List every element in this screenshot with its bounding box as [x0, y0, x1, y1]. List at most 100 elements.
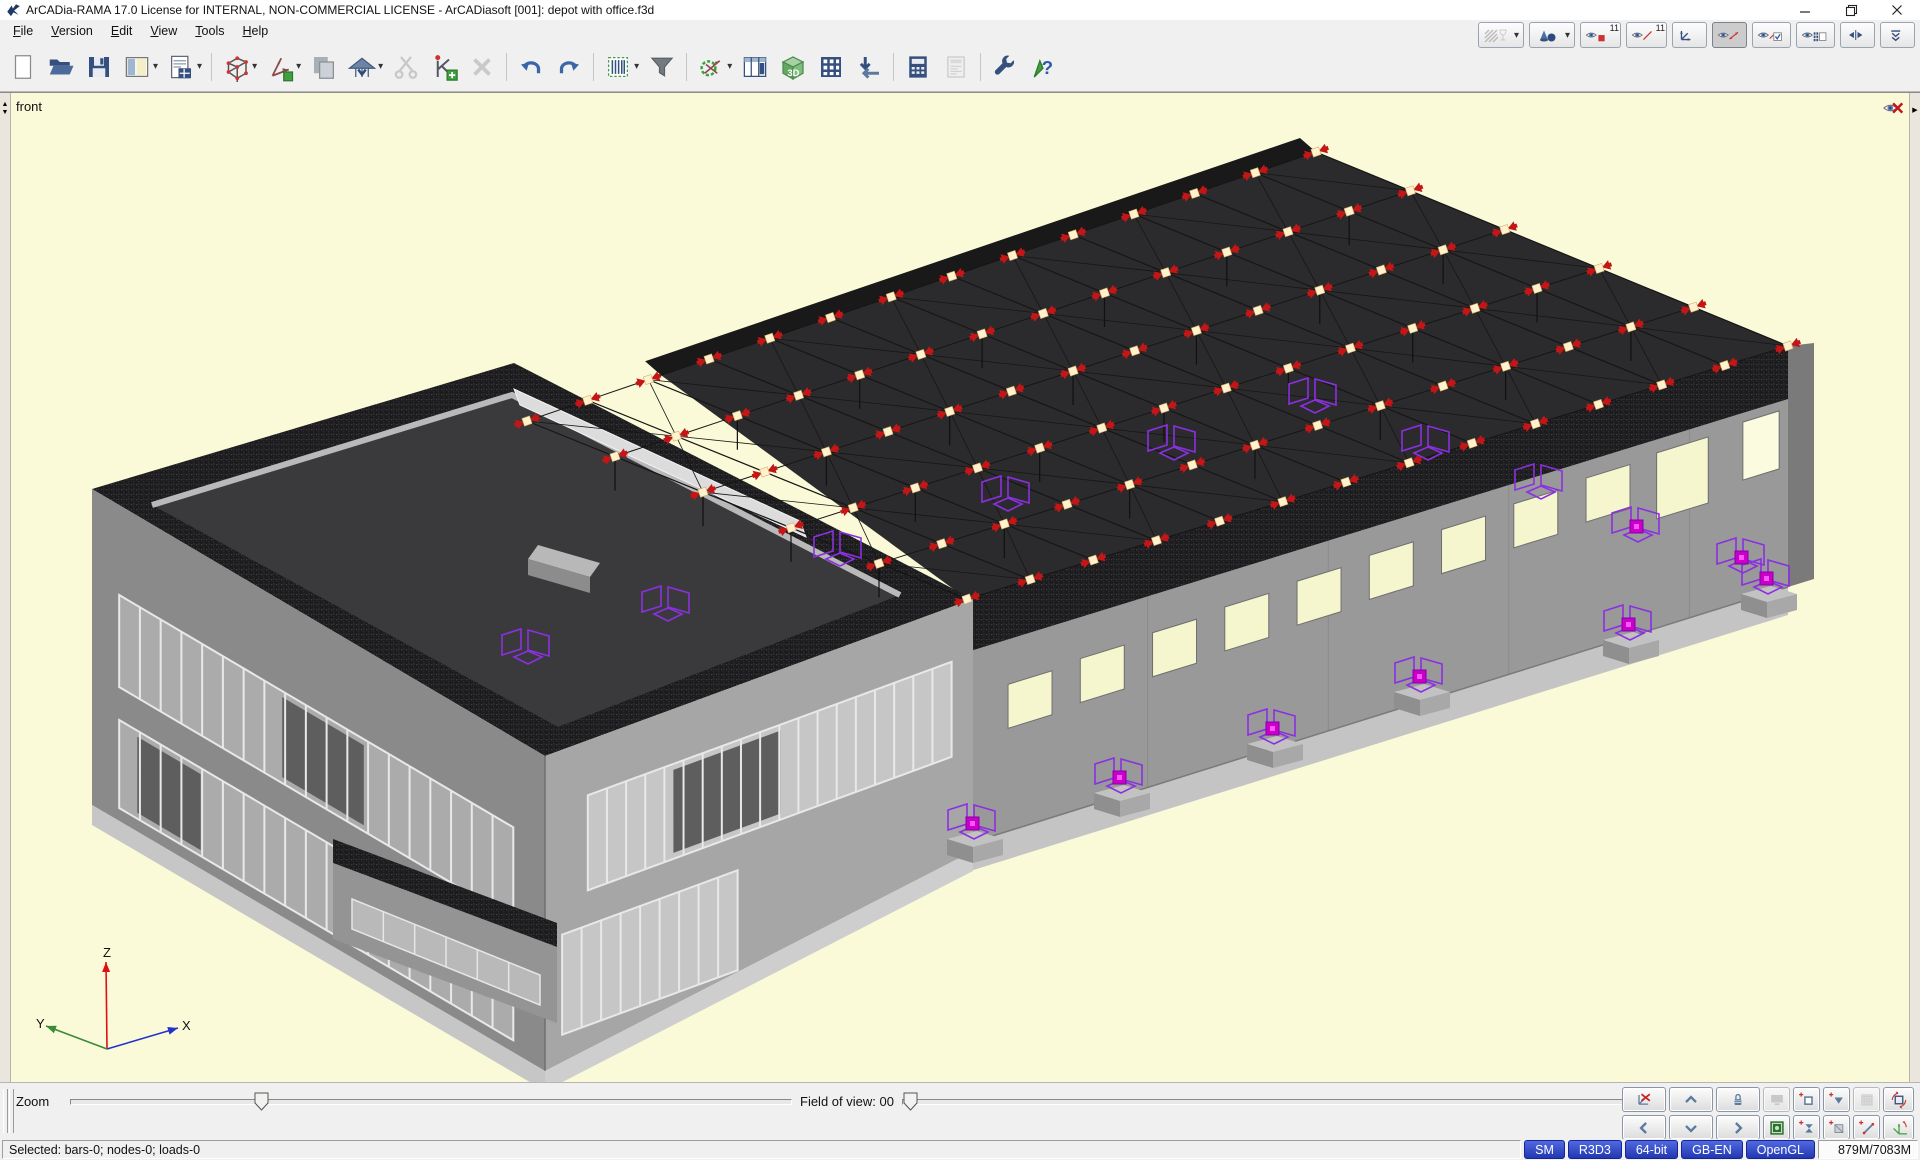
menu-item-tools[interactable]: Tools [186, 22, 233, 40]
status-badges: SMR3D364-bitGB-ENOpenGL [1524, 1140, 1815, 1159]
screen-capture-icon [1767, 1090, 1787, 1110]
show-loads-toggle[interactable]: 11 [1580, 22, 1621, 48]
align-bars-icon [854, 52, 884, 82]
display-style-dropdown[interactable]: ▾ [1529, 22, 1575, 48]
svg-text:3D: 3D [788, 67, 800, 77]
grid-view-button[interactable] [813, 48, 849, 86]
report-templates-button[interactable]: ▾ [163, 48, 205, 86]
3d-viewport[interactable]: ZXY front ▲▼ ▶ [0, 92, 1920, 1082]
add-line-button[interactable] [1853, 1115, 1880, 1140]
toolbar-separator [686, 53, 687, 81]
help-search-button[interactable]: ? [1025, 48, 1061, 86]
open-project-button[interactable] [43, 48, 79, 86]
delete-button [464, 48, 500, 86]
new-document-button[interactable] [5, 48, 41, 86]
menu-item-file[interactable]: File [4, 22, 42, 40]
paste-special-button[interactable] [426, 48, 462, 86]
lock-view-button[interactable] [1716, 1087, 1760, 1112]
show-mesh-toggle[interactable] [1796, 22, 1835, 48]
calculator-button[interactable] [900, 48, 936, 86]
delete-axes-button[interactable] [1622, 1087, 1666, 1112]
report-templates-icon [166, 52, 196, 82]
dropdown-caret-icon[interactable]: ▾ [378, 61, 383, 72]
dropdown-caret-icon[interactable]: ▾ [153, 61, 158, 72]
dropdown-caret-icon[interactable]: ▾ [634, 61, 639, 72]
hatch-section-button[interactable]: ▾ [600, 48, 642, 86]
roof-generator-icon [347, 52, 377, 82]
minimize-button[interactable] [1782, 0, 1828, 20]
menu-item-edit[interactable]: Edit [102, 22, 142, 40]
dropdown-caret-icon[interactable]: ▾ [252, 61, 257, 72]
left-splitter[interactable]: ▲▼ [0, 93, 11, 1083]
pan-up-button[interactable] [1669, 1087, 1713, 1112]
frame-3d-button[interactable]: ▾ [218, 48, 260, 86]
add-bar-button[interactable] [1823, 1087, 1850, 1112]
menu-item-version[interactable]: Version [42, 22, 102, 40]
toolbar-grip[interactable] [9, 1089, 14, 1133]
tables-button[interactable] [737, 48, 773, 86]
center-view-button[interactable] [1763, 1115, 1790, 1140]
pan-right-button[interactable] [1716, 1115, 1760, 1140]
add-node-button[interactable] [1793, 1087, 1820, 1112]
fov-slider[interactable] [902, 1099, 1637, 1105]
rotate-view-button[interactable] [1883, 1087, 1914, 1112]
zoom-label: Zoom [16, 1094, 49, 1109]
undo-button[interactable] [513, 48, 549, 86]
view-3d-button[interactable]: 3D [775, 48, 811, 86]
show-axes-icon [1677, 27, 1702, 44]
dropdown-caret-icon[interactable]: ▾ [197, 61, 202, 72]
add-node-icon [1797, 1090, 1817, 1110]
tools-wrench-button[interactable] [987, 48, 1023, 86]
dropdown-caret-icon[interactable]: ▾ [296, 61, 301, 72]
add-hourglass-icon [1797, 1118, 1817, 1138]
filter-button[interactable] [644, 48, 680, 86]
lock-view-icon [1728, 1090, 1748, 1110]
render-mode-dropdown[interactable]: ▾ [1478, 22, 1524, 48]
3d-scene-canvas[interactable]: ZXY [0, 93, 1920, 1083]
add-area-button[interactable] [1823, 1115, 1850, 1140]
fov-slider-thumb[interactable] [903, 1092, 918, 1111]
dropdown-caret-icon[interactable]: ▾ [727, 61, 732, 72]
open-project-icon [46, 52, 76, 82]
title-bar: ArCADia-RAMA 17.0 License for INTERNAL, … [0, 0, 1920, 21]
show-axes-toggle[interactable] [1672, 22, 1707, 48]
zoom-slider-thumb[interactable] [254, 1092, 269, 1111]
restore-button[interactable] [1828, 0, 1874, 20]
show-dimension-lines-toggle[interactable] [1712, 22, 1747, 48]
menu-item-view[interactable]: View [141, 22, 186, 40]
show-load-values-toggle[interactable]: 11 [1626, 22, 1667, 48]
add-bar-icon [1827, 1090, 1847, 1110]
copy-button[interactable] [306, 48, 342, 86]
roof-generator-button[interactable]: ▾ [344, 48, 386, 86]
align-bars-button[interactable] [851, 48, 887, 86]
save-project-button[interactable] [81, 48, 117, 86]
workspace-layout-button[interactable]: ▾ [119, 48, 161, 86]
toolbar-separator [980, 53, 981, 81]
cut-button [388, 48, 424, 86]
mirror-view-toggle[interactable] [1840, 22, 1875, 48]
dropdown-caret-icon[interactable]: ▾ [1565, 30, 1570, 41]
menu-item-help[interactable]: Help [233, 22, 277, 40]
toolbar-grip[interactable] [3, 1089, 8, 1133]
grid-view-icon [816, 52, 846, 82]
add-mesh-icon [1857, 1090, 1877, 1110]
status-badge-64-bit: 64-bit [1625, 1140, 1678, 1159]
dimensions-button[interactable]: ▾ [262, 48, 304, 86]
project-settings-button[interactable]: ▾ [693, 48, 735, 86]
dropdown-caret-icon[interactable]: ▾ [1514, 30, 1519, 41]
add-hourglass-button[interactable] [1793, 1115, 1820, 1140]
right-splitter[interactable]: ▶ [1909, 93, 1920, 1083]
redo-button[interactable] [551, 48, 587, 86]
pan-down-button[interactable] [1669, 1115, 1713, 1140]
zoom-slider[interactable] [70, 1099, 792, 1105]
show-bars-check-toggle[interactable] [1752, 22, 1791, 48]
toolbar-separator [506, 53, 507, 81]
rotate-axes-button[interactable] [1883, 1115, 1914, 1140]
pan-left-button[interactable] [1622, 1115, 1666, 1140]
status-bar: Selected: bars-0; nodes-0; loads-0 SMR3D… [0, 1139, 1920, 1160]
close-view-icon[interactable] [1882, 99, 1906, 117]
toolbar-separator [593, 53, 594, 81]
close-button[interactable] [1874, 0, 1920, 20]
collapse-toolbar-toggle[interactable] [1880, 22, 1915, 48]
pan-up-icon [1681, 1090, 1701, 1110]
